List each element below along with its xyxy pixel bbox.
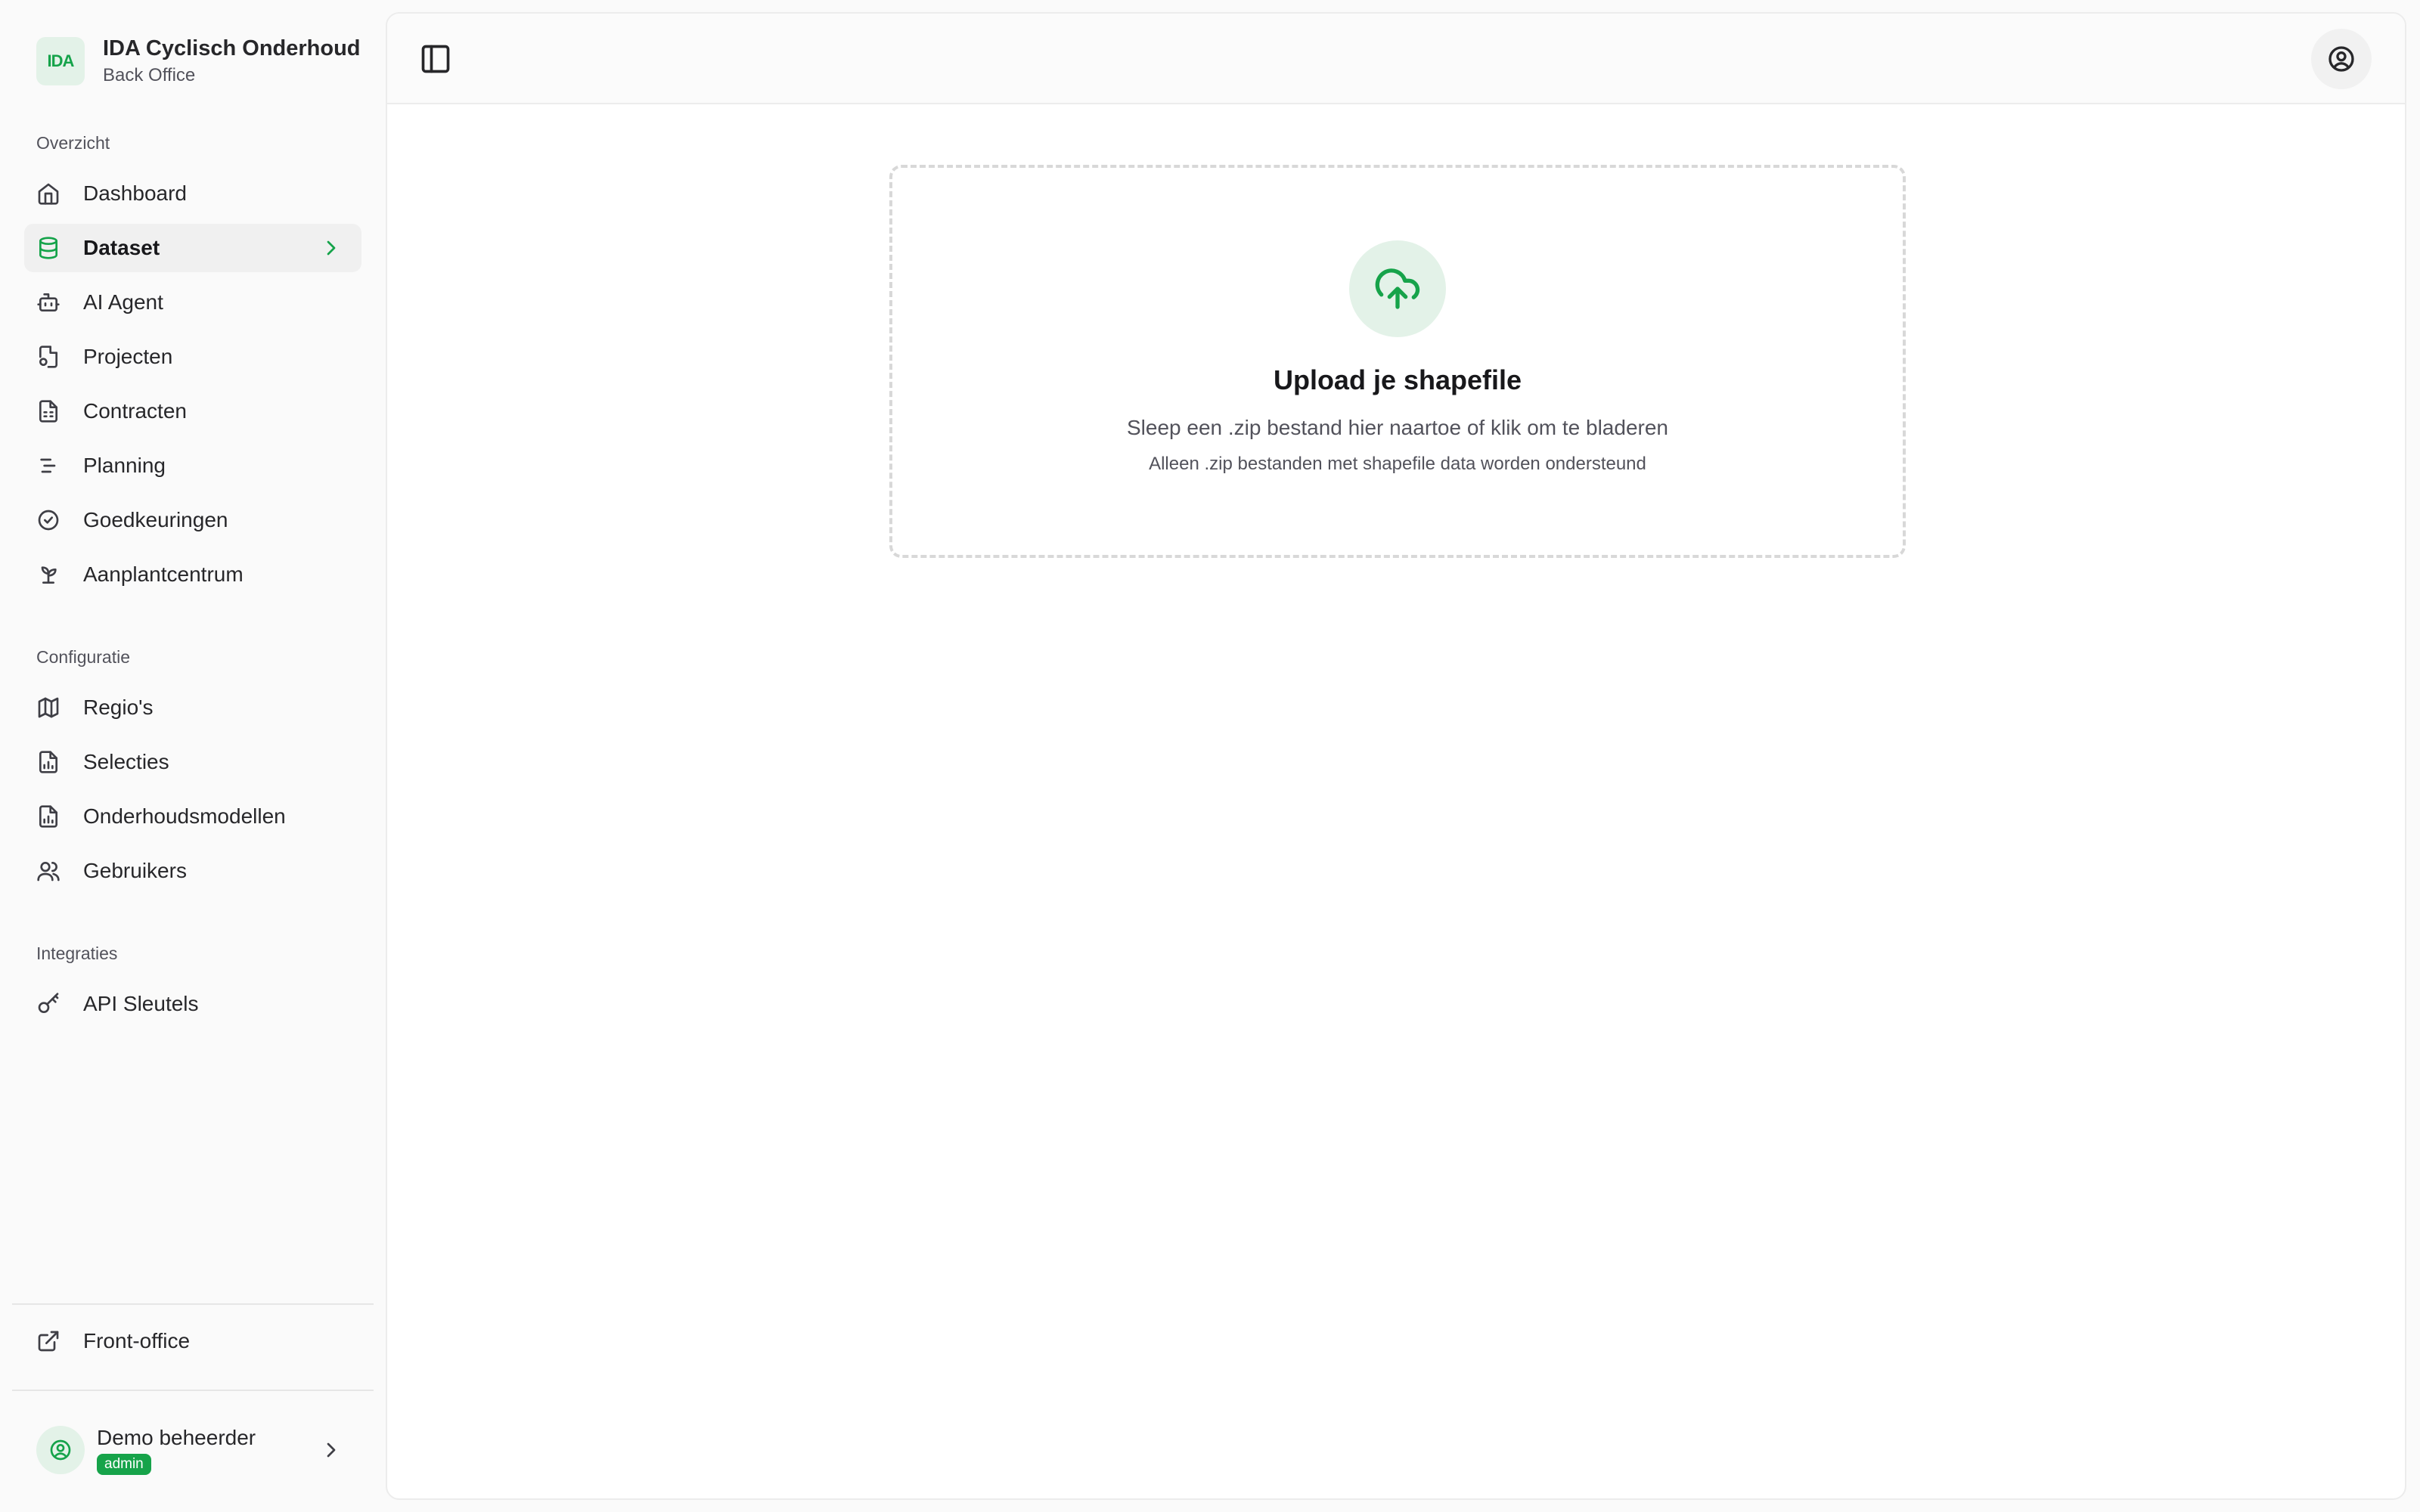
sidebar-item-label: Regio's	[83, 696, 154, 719]
upload-icon-circle	[1349, 240, 1446, 337]
file-cog-icon	[39, 345, 57, 368]
sidebar-item-label: API Sleutels	[83, 992, 199, 1015]
brand[interactable]: IDA IDA Cyclisch Onderhoud Back Office	[36, 35, 361, 88]
sidebar-item-ai-agent[interactable]: AI Agent	[24, 278, 361, 327]
shapefile-dropzone[interactable]: Upload je shapefile Sleep een .zip besta…	[889, 165, 1906, 558]
sidebar-item-dashboard[interactable]: Dashboard	[24, 169, 361, 218]
sidebar-item-label: Projecten	[83, 345, 173, 368]
database-icon	[39, 237, 57, 259]
main-panel: Upload je shapefile Sleep een .zip besta…	[386, 12, 2406, 1500]
user-menu[interactable]: Demo beheerder admin	[24, 1414, 361, 1486]
chevron-right-icon	[327, 1442, 336, 1458]
gantt-icon	[40, 458, 56, 473]
sidebar-item-label: Contracten	[83, 399, 187, 423]
sidebar-item-projecten[interactable]: Projecten	[24, 333, 361, 381]
account-button[interactable]	[2311, 29, 2372, 89]
sidebar-item-aanplantcentrum[interactable]: Aanplantcentrum	[24, 550, 361, 599]
sidebar-item-label: Gebruikers	[83, 859, 187, 882]
user-name: Demo beheerder	[97, 1426, 256, 1449]
sidebar-item-label: Goedkeuringen	[83, 508, 228, 531]
sprout-icon	[41, 566, 57, 584]
check-circle-icon	[38, 510, 59, 531]
sidebar-item-label: AI Agent	[83, 290, 163, 314]
front-office-link[interactable]: Front-office	[24, 1317, 361, 1365]
chevron-right-icon	[327, 240, 336, 256]
sidebar-toggle-button[interactable]	[417, 41, 454, 77]
brand-subtitle: Back Office	[103, 65, 196, 85]
sidebar-item-label: Dataset	[83, 236, 160, 259]
file-spreadsheet-icon	[39, 400, 57, 423]
key-icon	[38, 993, 59, 1013]
sidebar-item-label: Onderhoudsmodellen	[83, 804, 286, 828]
sidebar-item-api-sleutels[interactable]: API Sleutels	[24, 980, 361, 1028]
file-chart-icon	[39, 805, 57, 828]
brand-logo: IDA	[36, 37, 85, 85]
brand-title: IDA Cyclisch Onderhoud	[103, 36, 361, 60]
file-chart-icon	[39, 751, 57, 773]
external-link-icon	[38, 1331, 59, 1352]
nav-group-label-integraties: Integraties	[36, 943, 118, 963]
sidebar-divider	[12, 1390, 374, 1391]
nav-group-integraties: API Sleutels	[24, 980, 361, 1034]
upload-description: Sleep een .zip bestand hier naartoe of k…	[1126, 416, 1668, 439]
user-circle-icon	[2328, 46, 2354, 72]
top-bar	[387, 14, 2405, 104]
nav-group-label-overzicht: Overzicht	[36, 133, 110, 153]
sidebar-item-gebruikers[interactable]: Gebruikers	[24, 847, 361, 895]
sidebar-item-label: Selecties	[83, 750, 169, 773]
sidebar-item-planning[interactable]: Planning	[24, 442, 361, 490]
upload-note: Alleen .zip bestanden met shapefile data…	[1149, 454, 1646, 474]
sidebar-footer: Front-office	[24, 1317, 361, 1371]
sidebar: IDA IDA Cyclisch Onderhoud Back Office O…	[0, 0, 386, 1512]
sidebar-item-label: Dashboard	[83, 181, 187, 205]
nav-group-label-configuratie: Configuratie	[36, 647, 131, 667]
users-icon	[37, 862, 60, 881]
sidebar-item-selecties[interactable]: Selecties	[24, 738, 361, 786]
bot-icon	[37, 293, 60, 311]
sidebar-item-label: Planning	[83, 454, 166, 477]
sidebar-item-label: Aanplantcentrum	[83, 562, 244, 586]
sidebar-item-dataset[interactable]: Dataset	[24, 224, 361, 272]
sidebar-item-goedkeuringen[interactable]: Goedkeuringen	[24, 496, 361, 544]
sidebar-item-onderhoudsmodellen[interactable]: Onderhoudsmodellen	[24, 792, 361, 841]
sidebar-item-regios[interactable]: Regio's	[24, 683, 361, 732]
nav-group-configuratie: Regio's Selecties Onderhoudsmodellen Geb…	[24, 683, 361, 901]
user-circle-icon	[50, 1439, 71, 1461]
sidebar-divider	[12, 1303, 374, 1305]
panel-left-icon	[421, 45, 450, 73]
nav-group-overzicht: Dashboard Dataset AI Agent Projecten Con…	[24, 169, 361, 605]
upload-title: Upload je shapefile	[1273, 364, 1522, 395]
avatar	[36, 1426, 85, 1474]
home-icon	[38, 183, 59, 205]
cloud-upload-icon	[1375, 268, 1420, 309]
front-office-label: Front-office	[83, 1329, 191, 1352]
map-icon	[38, 697, 59, 718]
sidebar-item-contracten[interactable]: Contracten	[24, 387, 361, 435]
role-badge: admin	[97, 1454, 151, 1475]
